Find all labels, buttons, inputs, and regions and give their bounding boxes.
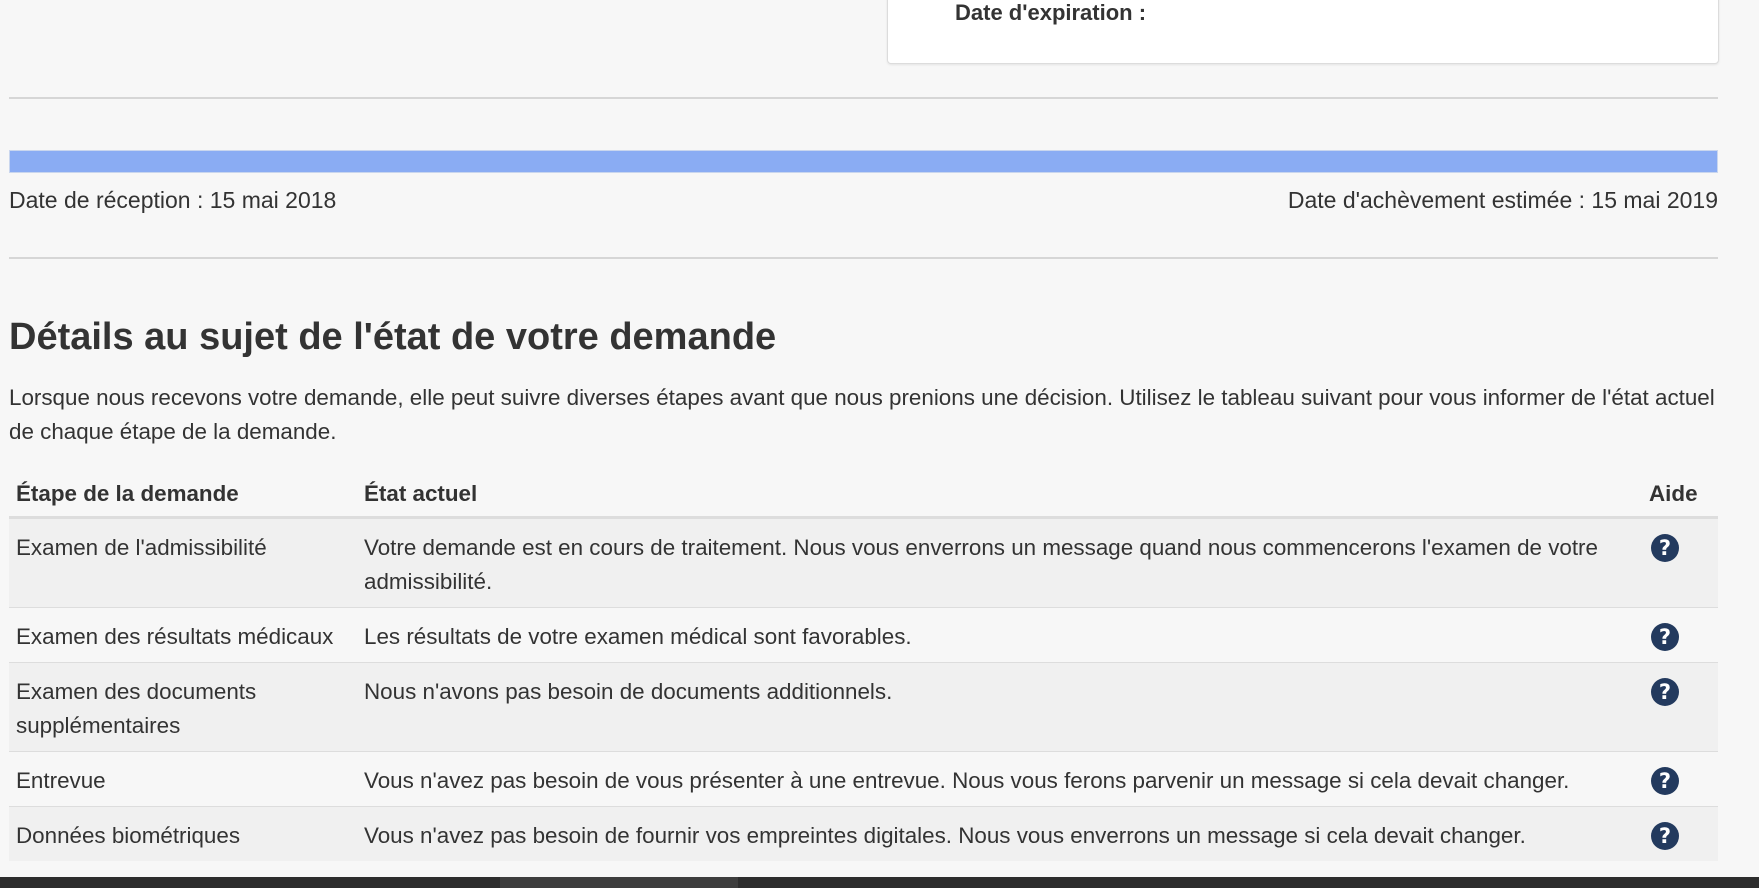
question-circle-icon[interactable]: ? xyxy=(1651,623,1679,651)
status-cell: Votre demande est en cours de traitement… xyxy=(357,517,1642,608)
stage-cell: Données biométriques xyxy=(9,806,357,861)
help-cell: ? xyxy=(1642,517,1718,608)
column-header-help: Aide xyxy=(1642,471,1718,519)
progress-bar-fill xyxy=(10,151,1717,172)
stage-cell: Examen de l'admissibilité xyxy=(9,517,357,608)
status-cell: Les résultats de votre examen médical so… xyxy=(357,607,1642,663)
divider-middle xyxy=(9,257,1718,259)
table-row: Examen des résultats médicaux Les résult… xyxy=(9,607,1718,663)
table-row: Données biométriques Vous n'avez pas bes… xyxy=(9,806,1718,861)
column-header-stage: Étape de la demande xyxy=(9,471,357,519)
date-estimated-completion: Date d'achèvement estimée : 15 mai 2019 xyxy=(1287,187,1718,213)
column-header-status: État actuel xyxy=(357,471,1642,519)
question-circle-icon[interactable]: ? xyxy=(1651,822,1679,850)
scrollbar-thumb[interactable] xyxy=(500,877,738,888)
divider-top xyxy=(9,97,1718,99)
table-row: Entrevue Vous n'avez pas besoin de vous … xyxy=(9,751,1718,807)
page-title: Détails au sujet de l'état de votre dema… xyxy=(9,316,777,358)
expiry-card: Date d'expiration : xyxy=(887,0,1719,64)
status-table: Étape de la demande État actuel Aide Exa… xyxy=(9,471,1718,861)
expiry-date-label: Date d'expiration : xyxy=(955,0,1147,25)
table-row: Examen de l'admissibilité Votre demande … xyxy=(9,517,1718,608)
status-cell: Nous n'avons pas besoin de documents add… xyxy=(357,662,1642,752)
help-cell: ? xyxy=(1642,751,1718,807)
help-cell: ? xyxy=(1642,607,1718,663)
intro-paragraph: Lorsque nous recevons votre demande, ell… xyxy=(9,385,1715,444)
question-circle-icon[interactable]: ? xyxy=(1651,534,1679,562)
help-cell: ? xyxy=(1642,806,1718,861)
question-circle-icon[interactable]: ? xyxy=(1651,767,1679,795)
stage-cell: Entrevue xyxy=(9,751,357,807)
table-row: Examen des documents supplémentaires Nou… xyxy=(9,662,1718,752)
progress-bar xyxy=(9,150,1718,173)
table-header-row: Étape de la demande État actuel Aide xyxy=(9,471,1718,519)
status-cell: Vous n'avez pas besoin de vous présenter… xyxy=(357,751,1642,807)
date-received: Date de réception : 15 mai 2018 xyxy=(9,187,337,213)
status-cell: Vous n'avez pas besoin de fournir vos em… xyxy=(357,806,1642,861)
help-cell: ? xyxy=(1642,662,1718,752)
stage-cell: Examen des documents supplémentaires xyxy=(9,662,357,752)
stage-cell: Examen des résultats médicaux xyxy=(9,607,357,663)
question-circle-icon[interactable]: ? xyxy=(1651,678,1679,706)
horizontal-scrollbar[interactable] xyxy=(0,877,1759,888)
